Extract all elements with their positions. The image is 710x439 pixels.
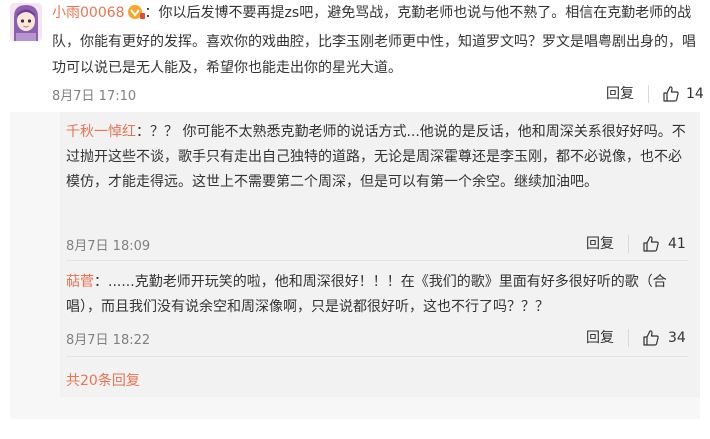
thumb-up-icon[interactable] [642, 235, 660, 253]
reply-divider [66, 356, 688, 357]
reply-body: ：......克勤老师开玩笑的啦，他和周深很好！！！在《我们的歌》里面有好多很好… [66, 274, 667, 315]
reply-list: 千秋一悼红：？？ 你可能不太熟悉克勤老师的说话方式...他说的是反话，他和周深关… [60, 112, 700, 397]
vip-icon [127, 3, 145, 29]
reply-item: 千秋一悼红：？？ 你可能不太熟悉克勤老师的说话方式...他说的是反话，他和周深关… [66, 120, 688, 195]
reply-button[interactable]: 回复 [586, 235, 614, 253]
reply-body: ：？？ 你可能不太熟悉克勤老师的说话方式...他说的是反话，他和周深关系很好好吗… [66, 124, 686, 190]
thumb-up-icon[interactable] [662, 85, 680, 103]
divider [628, 329, 629, 347]
reply-button[interactable]: 回复 [586, 329, 614, 347]
reply-date: 8月7日 18:09 [66, 239, 151, 254]
main-comment-body: ：你以后发博不要再提zs吧，避免骂战，克勤老师也说与他不熟了。相信在克勤老师的战… [52, 5, 696, 76]
reply-username[interactable]: 萜菅 [66, 274, 94, 290]
reply-date: 8月7日 18:22 [66, 333, 151, 348]
like-count: 41 [668, 236, 686, 252]
reply-item: 萜菅：......克勤老师开玩笑的啦，他和周深很好！！！在《我们的歌》里面有好多… [66, 270, 688, 320]
main-comment: 小雨00068 ：你以后发博不要再提zs吧，避免骂战，克勤老师也说与他不熟了。相信… [10, 0, 704, 112]
main-comment-username[interactable]: 小雨00068 [52, 5, 125, 21]
reply-divider [66, 260, 688, 261]
comment-card: 小雨00068 ：你以后发博不要再提zs吧，避免骂战，克勤老师也说与他不熟了。相信… [10, 0, 704, 419]
main-comment-date: 8月7日 17:10 [52, 89, 137, 104]
like-count: 34 [668, 330, 686, 346]
reply-username[interactable]: 千秋一悼红 [66, 124, 136, 140]
more-replies-link[interactable]: 共20条回复 [66, 370, 140, 390]
avatar[interactable] [10, 3, 42, 41]
divider [628, 235, 629, 253]
like-count: 14 [686, 86, 704, 102]
divider [648, 85, 649, 103]
thumb-up-icon[interactable] [642, 329, 660, 347]
main-comment-text: 小雨00068 ：你以后发博不要再提zs吧，避免骂战，克勤老师也说与他不熟了。相信… [52, 0, 700, 81]
reply-button[interactable]: 回复 [606, 85, 634, 103]
